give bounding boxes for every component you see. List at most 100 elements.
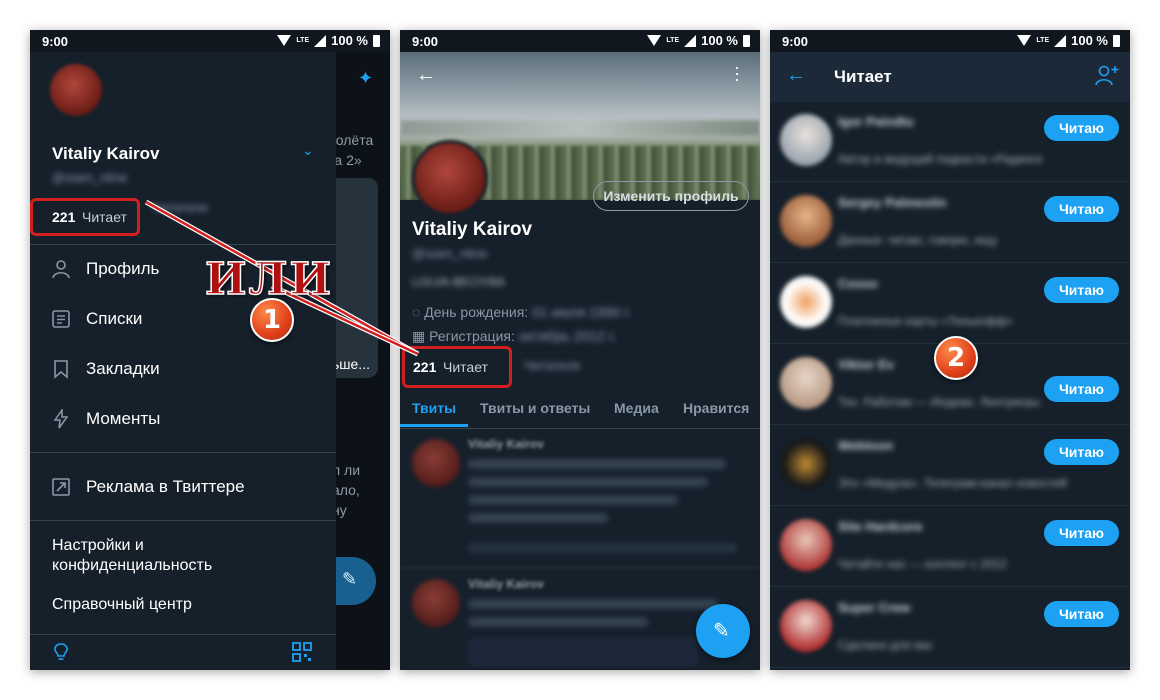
followers-label[interactable]: Читателя <box>524 358 580 373</box>
following-button[interactable]: Читаю <box>1044 277 1119 303</box>
timeline-behind-drawer: ✦ ролёта ка 2» ьше... л ли ало, ну ✎ <box>328 52 390 670</box>
user-name: Igor Paindtu <box>838 114 914 129</box>
behind-image <box>336 178 378 378</box>
user-name: Site Hardcore <box>838 519 923 534</box>
behind-text: ало, <box>332 482 360 498</box>
following-button[interactable]: Читаю <box>1044 115 1119 141</box>
profile-handle: @siam_nline <box>52 170 128 185</box>
step-1-badge: 1 <box>250 298 294 342</box>
list-item[interactable]: Igor Paindtu Автор и ведущий подкаста «Ра… <box>770 102 1130 182</box>
following-button[interactable]: Читаю <box>1044 376 1119 402</box>
avatar[interactable] <box>780 600 832 652</box>
add-user-icon[interactable] <box>1095 64 1119 91</box>
status-bar: 9:00 LTE 100 % <box>400 30 760 52</box>
navigation-drawer: Vitaliy Kairov ⌄ @siam_nline Читателя 22… <box>30 52 336 670</box>
menu-item-moments[interactable]: Моменты <box>50 408 160 430</box>
user-name: Super Crew <box>838 600 911 615</box>
active-tab-indicator <box>400 424 468 427</box>
birthday-value: 01 июля 1990 г. <box>532 304 632 320</box>
external-link-icon <box>50 476 72 498</box>
back-arrow-icon[interactable]: ← <box>786 64 806 87</box>
list-item[interactable]: Webtoon Это «Медуза». Телеграм-канал ново… <box>770 426 1130 506</box>
user-bio: Автор и ведущий подкаста «Радиоги <box>838 152 1043 166</box>
battery-icon <box>743 34 750 47</box>
user-name: Webtoon <box>838 438 894 453</box>
user-name: Cosso <box>838 276 878 291</box>
status-time: 9:00 <box>782 34 809 49</box>
menu-item-settings[interactable]: Настройки и конфиденциальность <box>52 536 212 576</box>
compose-tweet-button[interactable]: ✎ <box>696 604 750 658</box>
user-name: Sergey Palmestin <box>838 195 947 210</box>
more-options-icon[interactable]: · · · <box>734 58 740 88</box>
lte-icon: LTE <box>666 37 680 44</box>
list-item[interactable]: Site Hardcore Читайте нас — контент с 201… <box>770 507 1130 587</box>
status-bar: 9:00 LTE 100 % <box>770 30 1130 52</box>
status-time: 9:00 <box>412 34 439 49</box>
menu-item-label: Списки <box>86 309 143 328</box>
profile-handle: @siam_nline <box>412 246 488 261</box>
profile-name: Vitaliy Kairov <box>412 219 533 240</box>
menu-item-label: Закладки <box>86 359 160 378</box>
following-button[interactable]: Читаю <box>1044 520 1119 546</box>
avatar[interactable] <box>780 195 832 247</box>
user-bio: Платежные карты «Тинькофф» <box>838 314 1013 328</box>
tab-tweets-and-replies[interactable]: Твиты и ответы <box>480 400 590 416</box>
battery-icon <box>373 34 380 47</box>
phone-screen-drawer: 9:00 LTE 100 % ✦ ролёта ка 2» ьше... л л… <box>30 30 390 670</box>
profile-name: Vitaliy Kairov <box>52 144 160 163</box>
tab-media[interactable]: Медиа <box>614 400 659 416</box>
calendar-icon: ▦ <box>412 328 426 344</box>
signal-icon <box>314 34 327 47</box>
menu-item-label: Профиль <box>86 259 160 278</box>
lightbulb-icon[interactable] <box>52 642 70 667</box>
settings-label-line1: Настройки и <box>52 537 144 554</box>
menu-item-lists[interactable]: Списки <box>50 308 142 330</box>
menu-item-profile[interactable]: Профиль <box>50 258 159 280</box>
sparkle-icon: ✦ <box>358 68 374 88</box>
following-button[interactable]: Читаю <box>1044 196 1119 222</box>
tweet-author: Vitaliy Kairov <box>468 577 544 591</box>
app-bar: ← Читает <box>770 52 1130 102</box>
signal-icon <box>684 34 697 47</box>
compose-button[interactable]: ✎ <box>336 557 376 605</box>
following-button[interactable]: Читаю <box>1044 601 1119 627</box>
menu-item-twitter-ads[interactable]: Реклама в Твиттере <box>50 476 245 498</box>
following-count-highlight[interactable]: 221 Читает <box>402 346 512 388</box>
settings-label-line2: конфиденциальность <box>52 557 213 574</box>
tab-tweets[interactable]: Твиты <box>412 400 456 416</box>
quill-icon: ✎ <box>713 620 730 642</box>
following-count: 221 <box>413 359 437 375</box>
avatar[interactable] <box>780 357 832 409</box>
followers-label[interactable]: Читателя <box>152 200 208 215</box>
avatar[interactable] <box>50 64 102 116</box>
list-item[interactable]: Super Crew Сделано для вас Читаю <box>770 588 1130 668</box>
list-item[interactable]: Cosso Платежные карты «Тинькофф» Читаю <box>770 264 1130 344</box>
avatar[interactable] <box>780 114 832 166</box>
avatar[interactable] <box>780 276 832 328</box>
menu-item-help-center[interactable]: Справочный центр <box>52 596 192 614</box>
divider <box>30 520 336 521</box>
list-item[interactable]: Sergey Palmestin Данные: читаю, говорю, и… <box>770 183 1130 263</box>
phone-screen-profile: 9:00 LTE 100 % ← · · · Изменить профиль Vi… <box>400 30 760 670</box>
menu-item-bookmarks[interactable]: Закладки <box>50 358 160 380</box>
tweet-author: Vitaliy Kairov <box>468 437 544 451</box>
battery-text: 100 % <box>701 33 738 48</box>
back-arrow-icon[interactable]: ← <box>416 64 436 87</box>
status-bar: 9:00 LTE 100 % <box>30 30 390 52</box>
profile-avatar[interactable] <box>412 140 488 216</box>
qr-code-icon[interactable] <box>292 642 312 667</box>
behind-text: ьше... <box>332 356 370 372</box>
following-count-highlight[interactable]: 221 Читает <box>30 198 140 236</box>
tab-likes[interactable]: Нравится <box>683 400 749 416</box>
bookmark-icon <box>50 358 72 380</box>
avatar[interactable] <box>780 519 832 571</box>
wifi-icon <box>647 35 662 46</box>
following-button[interactable]: Читаю <box>1044 439 1119 465</box>
chevron-down-icon[interactable]: ⌄ <box>302 142 314 159</box>
lte-icon: LTE <box>1036 37 1050 44</box>
user-bio: Данные: читаю, говорю, ищу <box>838 233 998 247</box>
edit-profile-button[interactable]: Изменить профиль <box>593 181 749 211</box>
step-2-badge: 2 <box>934 336 978 380</box>
avatar[interactable] <box>780 438 832 490</box>
status-time: 9:00 <box>42 34 69 49</box>
